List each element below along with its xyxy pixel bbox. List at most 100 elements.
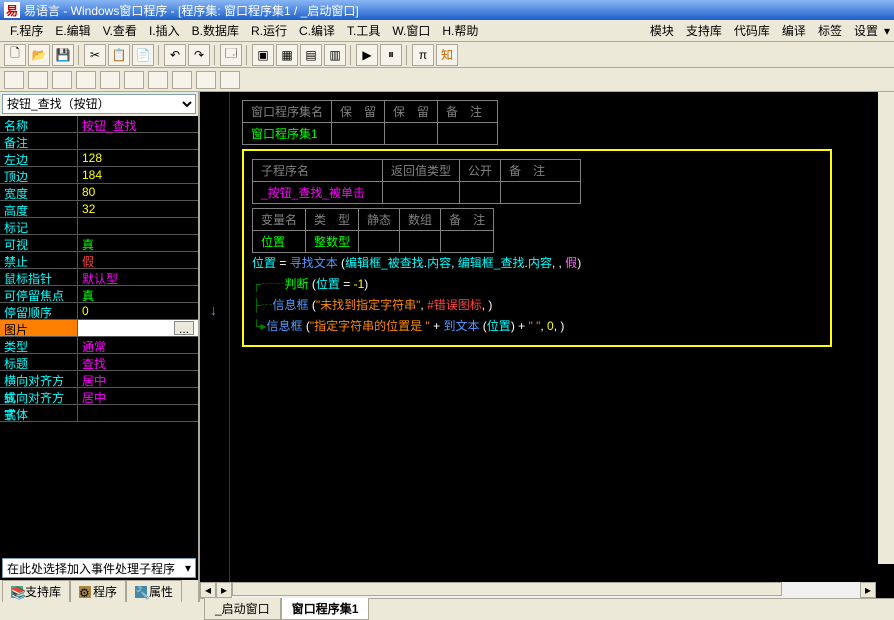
horizontal-scrollbar[interactable]: ◂ ▸ ▸ [200,582,876,598]
menu-window[interactable]: W.窗口 [386,20,436,41]
code-line-4[interactable]: └▸信息框 ("指定字符串的位置是 " + 到文本 (位置) + " ", 0,… [252,316,822,337]
tab-assembly1[interactable]: 窗口程序集1 [281,598,370,620]
property-row[interactable]: 停留顺序0 [0,303,198,320]
tool2-5[interactable] [100,71,120,89]
property-value[interactable]: 32 [78,201,198,217]
menu-edit[interactable]: E.编辑 [49,20,96,41]
property-row[interactable]: 鼠标指针默认型 [0,269,198,286]
menu-settings[interactable]: 设置 [848,20,884,41]
property-row[interactable]: 名称按钮_查找 [0,116,198,133]
property-row[interactable]: 字体 [0,405,198,422]
redo-button[interactable]: ↷ [188,44,210,66]
property-value[interactable] [78,405,198,421]
property-value[interactable]: 居中 [78,371,198,387]
scroll-right-end-button[interactable]: ▸ [860,582,876,598]
undo-button[interactable]: ↶ [164,44,186,66]
tool2-6[interactable] [124,71,144,89]
tab-support[interactable]: 📚支持库 [2,580,70,602]
scroll-left-button[interactable]: ◂ [200,582,216,598]
save-button[interactable]: 💾 [52,44,74,66]
tab-props[interactable]: 🔧属性 [126,580,182,602]
tool2-10[interactable] [220,71,240,89]
property-value[interactable]: 通常 [78,337,198,353]
tool2-4[interactable] [76,71,96,89]
run-button[interactable]: ▶ [356,44,378,66]
property-row[interactable]: 横向对齐方式居中 [0,371,198,388]
property-value[interactable]: 按钮_查找 [78,116,198,132]
layout4-button[interactable]: ▥ [324,44,346,66]
property-value[interactable]: 真 [78,286,198,302]
property-value[interactable] [78,133,198,149]
layout1-button[interactable]: ▣ [252,44,274,66]
chevron-down-icon[interactable]: ▾ [884,24,890,38]
property-value[interactable]: 80 [78,184,198,200]
menu-run[interactable]: R.运行 [245,20,293,41]
property-row[interactable]: 左边128 [0,150,198,167]
layout2-button[interactable]: ▦ [276,44,298,66]
vertical-scrollbar[interactable] [878,92,894,564]
knowledge-button[interactable]: 知 [436,44,458,66]
scroll-right-button[interactable]: ▸ [216,582,232,598]
property-value[interactable]: 假 [78,252,198,268]
cut-button[interactable]: ✂ [84,44,106,66]
property-value[interactable]: 默认型 [78,269,198,285]
object-selector[interactable]: 按钮_查找（按钮） [2,94,196,114]
scroll-thumb[interactable] [232,582,782,596]
code-line-2[interactable]: ┌┄┄判断 (位置 = -1) [252,274,822,295]
new-button[interactable]: 🗋 [4,44,26,66]
browse-button[interactable]: ... [174,321,194,335]
property-row[interactable]: 图片... [0,320,198,337]
property-value[interactable]: 居中 [78,388,198,404]
pi-button[interactable]: π [412,44,434,66]
properties-grid[interactable]: 名称按钮_查找备注左边128顶边184宽度80高度32标记可视真禁止假鼠标指针默… [0,116,198,556]
property-value[interactable]: ... [78,320,198,336]
property-row[interactable]: 备注 [0,133,198,150]
property-value[interactable]: 128 [78,150,198,166]
property-value[interactable]: 真 [78,235,198,251]
tool2-1[interactable] [4,71,24,89]
menu-database[interactable]: B.数据库 [186,20,245,41]
tool2-8[interactable] [172,71,192,89]
menu-compile[interactable]: C.编译 [293,20,341,41]
property-value[interactable]: 查找 [78,354,198,370]
menu-module[interactable]: 模块 [644,20,680,41]
tool2-2[interactable] [28,71,48,89]
property-row[interactable]: 顶边184 [0,167,198,184]
menu-view[interactable]: V.查看 [97,20,143,41]
property-row[interactable]: 纵向对齐方式居中 [0,388,198,405]
tab-startup-window[interactable]: _启动窗口 [204,598,281,620]
property-row[interactable]: 标记 [0,218,198,235]
property-row[interactable]: 可停留焦点真 [0,286,198,303]
open-button[interactable]: 📂 [28,44,50,66]
menu-codebase[interactable]: 代码库 [728,20,776,41]
code-line-3[interactable]: ├┄信息框 ("未找到指定字符串", #错误图标, ) [252,295,822,316]
property-row[interactable]: 宽度80 [0,184,198,201]
menu-insert[interactable]: I.插入 [143,20,186,41]
menu-compile2[interactable]: 编译 [776,20,812,41]
property-row[interactable]: 可视真 [0,235,198,252]
menu-program[interactable]: F.程序 [4,20,49,41]
property-value[interactable]: 0 [78,303,198,319]
paste-button[interactable]: 📄 [132,44,154,66]
menu-support[interactable]: 支持库 [680,20,728,41]
copy-button[interactable]: 📋 [108,44,130,66]
property-value[interactable] [78,218,198,234]
tool2-3[interactable] [52,71,72,89]
property-row[interactable]: 高度32 [0,201,198,218]
tool2-7[interactable] [148,71,168,89]
window-button[interactable]: 🗔 [220,44,242,66]
code-line-1[interactable]: 位置 = 寻找文本 (编辑框_被查找.内容, 编辑框_查找.内容, , 假) [252,253,822,274]
property-row[interactable]: 类型通常 [0,337,198,354]
property-row[interactable]: 禁止假 [0,252,198,269]
breakpoint-arrow-icon[interactable]: ↓ [210,302,217,318]
pause-button[interactable]: ⏸ [380,44,402,66]
tool2-9[interactable] [196,71,216,89]
tab-program[interactable]: ⚙程序 [70,580,126,602]
menu-tags[interactable]: 标签 [812,20,848,41]
property-row[interactable]: 标题查找 [0,354,198,371]
menu-help[interactable]: H.帮助 [436,20,484,41]
layout3-button[interactable]: ▤ [300,44,322,66]
property-value[interactable]: 184 [78,167,198,183]
event-selector[interactable]: 在此处选择加入事件处理子程序 ▾ [2,558,196,578]
menu-tools[interactable]: T.工具 [341,20,386,41]
